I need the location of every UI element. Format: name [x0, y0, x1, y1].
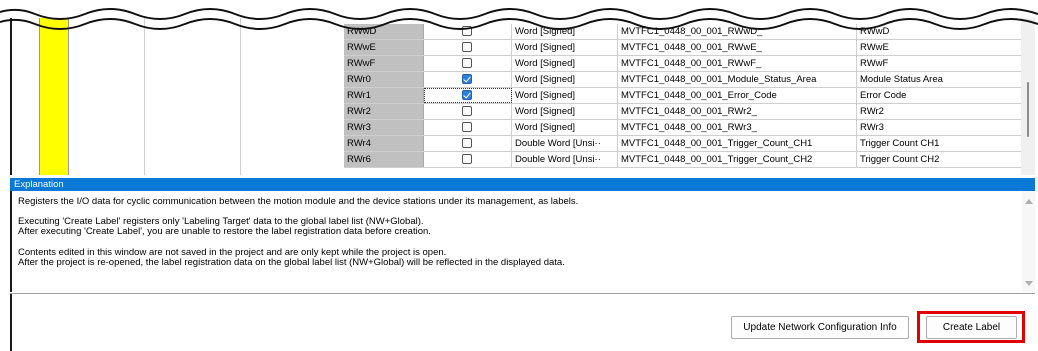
torn-edge-decoration: [0, 0, 1038, 36]
comment-cell[interactable]: RWwF: [857, 56, 1030, 71]
table-row[interactable]: RWr1 Word [Signed] MVTFC1_0448_00_001_Er…: [344, 88, 1030, 104]
table-row[interactable]: RWwF Word [Signed] MVTFC1_0448_00_001_RW…: [344, 56, 1030, 72]
comment-cell[interactable]: RWr2: [857, 104, 1030, 119]
device-cell: RWr3: [344, 120, 424, 135]
label-name-cell[interactable]: MVTFC1_0448_00_001_RWwE_: [618, 40, 857, 55]
explanation-line: After executing 'Create Label', you are …: [18, 226, 431, 237]
device-cell: RWr6: [344, 152, 424, 167]
labeling-target-cell: [424, 120, 512, 135]
table-row[interactable]: RWr6 Double Word [Unsi·· MVTFC1_0448_00_…: [344, 152, 1030, 168]
data-type-cell: Word [Signed]: [512, 72, 618, 87]
explanation-line: Registers the I/O data for cyclic commun…: [18, 196, 579, 207]
label-name-cell[interactable]: MVTFC1_0448_00_001_Module_Status_Area: [618, 72, 857, 87]
comment-cell[interactable]: RWr3: [857, 120, 1030, 135]
label-name-cell[interactable]: MVTFC1_0448_00_001_Trigger_Count_CH2: [618, 152, 857, 167]
scroll-down-icon[interactable]: [1025, 281, 1033, 286]
labeling-target-checkbox[interactable]: [462, 58, 472, 68]
device-cell: RWr4: [344, 136, 424, 151]
comment-cell[interactable]: Error Code: [857, 88, 1030, 103]
device-cell: RWr1: [344, 88, 424, 103]
explanation-scrollbar[interactable]: [1022, 191, 1035, 292]
device-cell: RWr0: [344, 72, 424, 87]
scroll-up-icon[interactable]: [1025, 199, 1033, 204]
explanation-header: Explanation: [10, 178, 1035, 191]
comment-cell[interactable]: Trigger Count CH2: [857, 152, 1030, 167]
data-type-cell: Word [Signed]: [512, 40, 618, 55]
update-network-configuration-button[interactable]: Update Network Configuration Info: [731, 316, 909, 339]
table-row[interactable]: RWwE Word [Signed] MVTFC1_0448_00_001_RW…: [344, 40, 1030, 56]
table-row[interactable]: RWr3 Word [Signed] MVTFC1_0448_00_001_RW…: [344, 120, 1030, 136]
grid-divider: [144, 18, 145, 175]
create-label-button[interactable]: Create Label: [926, 316, 1017, 339]
explanation-panel: Registers the I/O data for cyclic commun…: [10, 191, 1035, 292]
labeling-target-cell: [424, 152, 512, 167]
grid-left-border: [10, 18, 12, 175]
data-type-cell: Word [Signed]: [512, 104, 618, 119]
comment-cell[interactable]: Module Status Area: [857, 72, 1030, 87]
data-type-cell: Word [Signed]: [512, 88, 618, 103]
label-name-cell[interactable]: MVTFC1_0448_00_001_Error_Code: [618, 88, 857, 103]
label-name-cell[interactable]: MVTFC1_0448_00_001_RWr2_: [618, 104, 857, 119]
label-name-cell[interactable]: MVTFC1_0448_00_001_RWr3_: [618, 120, 857, 135]
labeling-target-checkbox[interactable]: [462, 74, 472, 84]
labeling-target-checkbox[interactable]: [462, 138, 472, 148]
data-type-cell: Double Word [Unsi··: [512, 136, 618, 151]
labeling-target-cell: [424, 40, 512, 55]
grid-divider: [240, 18, 241, 175]
labeling-target-checkbox[interactable]: [462, 106, 472, 116]
labeling-target-checkbox[interactable]: [462, 154, 472, 164]
comment-cell[interactable]: Trigger Count CH1: [857, 136, 1030, 151]
device-cell: RWwE: [344, 40, 424, 55]
explanation-line: After the project is re-opened, the labe…: [18, 257, 565, 268]
data-type-cell: Word [Signed]: [512, 56, 618, 71]
labeling-target-cell: [424, 56, 512, 71]
labeling-target-checkbox[interactable]: [462, 42, 472, 52]
data-type-cell: Word [Signed]: [512, 120, 618, 135]
grid-scrollbar-thumb[interactable]: [1027, 82, 1029, 137]
comment-cell[interactable]: RWwE: [857, 40, 1030, 55]
device-cell: RWwF: [344, 56, 424, 71]
data-type-cell: Double Word [Unsi··: [512, 152, 618, 167]
device-cell: RWr2: [344, 104, 424, 119]
table-row[interactable]: RWr4 Double Word [Unsi·· MVTFC1_0448_00_…: [344, 136, 1030, 152]
labeling-target-cell: [424, 72, 512, 87]
labeling-target-cell: [424, 136, 512, 151]
focus-rectangle: [424, 88, 512, 103]
table-row[interactable]: RWr2 Word [Signed] MVTFC1_0448_00_001_RW…: [344, 104, 1030, 120]
label-name-cell[interactable]: MVTFC1_0448_00_001_Trigger_Count_CH1: [618, 136, 857, 151]
labeling-target-cell: [424, 104, 512, 119]
labeling-target-checkbox[interactable]: [462, 122, 472, 132]
table-row[interactable]: RWr0 Word [Signed] MVTFC1_0448_00_001_Mo…: [344, 72, 1030, 88]
label-name-cell[interactable]: MVTFC1_0448_00_001_RWwF_: [618, 56, 857, 71]
selected-station-column: [39, 18, 69, 175]
